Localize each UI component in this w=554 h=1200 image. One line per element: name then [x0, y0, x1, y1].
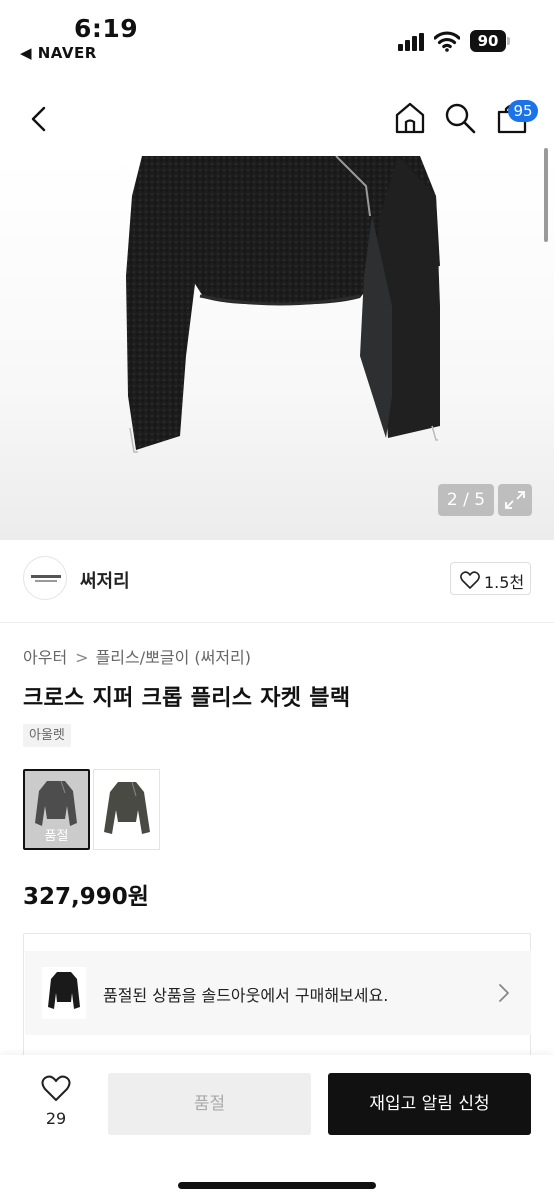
bottom-action-bar: 29 품절 재입고 알림 신청 [0, 1055, 554, 1200]
expand-icon [505, 491, 525, 509]
status-bar: 6:19 ◀ NAVER 90 [0, 0, 554, 80]
scroll-indicator [544, 148, 548, 242]
product-image-gallery[interactable] [0, 156, 554, 540]
brand-name[interactable]: 써저리 [80, 567, 130, 593]
battery-cap [507, 37, 510, 45]
section-divider [0, 622, 554, 623]
soldout-thumbnail-label: 품절 [44, 829, 69, 844]
brand-like-button[interactable]: 1.5천 [450, 562, 531, 595]
breadcrumb-item-outer[interactable]: 아우터 [23, 648, 67, 667]
expand-image-button[interactable] [498, 484, 532, 516]
wishlist-button[interactable]: 29 [22, 1075, 90, 1135]
heart-icon [460, 571, 480, 589]
chevron-right-icon [499, 984, 509, 1002]
search-icon[interactable] [442, 100, 478, 136]
product-price: 327,990원 [23, 884, 149, 910]
product-title: 크로스 지퍼 크롭 플리스 자켓 블랙 [23, 686, 351, 711]
promo-product-image [48, 972, 80, 1009]
color-option-black[interactable]: 품절 [23, 769, 90, 850]
home-icon[interactable] [392, 100, 428, 136]
brand-like-count: 1.5천 [484, 573, 525, 592]
restock-alert-button[interactable]: 재입고 알림 신청 [328, 1073, 531, 1135]
image-pager: 2 / 5 [438, 484, 494, 516]
cart-count-badge: 95 [508, 100, 538, 122]
soldout-promo-card: 품절된 상품을 솔드아웃에서 구매해보세요. [23, 933, 531, 1073]
breadcrumb-item-fleece[interactable]: 플리스/뽀글이 (써저리) [96, 648, 251, 667]
color-option-khaki[interactable] [93, 769, 160, 850]
back-to-app-link[interactable]: ◀ NAVER [20, 44, 97, 62]
promo-product-thumbnail [42, 967, 86, 1019]
back-arrow-icon[interactable] [22, 102, 56, 136]
breadcrumb-separator: > [75, 648, 89, 667]
soldout-button: 품절 [108, 1073, 311, 1135]
brand-logo[interactable] [23, 556, 67, 600]
soldout-promo-text: 품절된 상품을 솔드아웃에서 구매해보세요. [103, 986, 389, 1005]
status-time: 6:19 [74, 14, 139, 43]
top-navigation [0, 80, 554, 156]
cellular-signal-icon [398, 33, 424, 51]
wifi-icon [434, 31, 460, 52]
color-thumbnail-image [94, 770, 159, 849]
home-indicator [178, 1182, 376, 1189]
soldout-promo-banner[interactable]: 품절된 상품을 솔드아웃에서 구매해보세요. [25, 951, 531, 1035]
battery-indicator: 90 [470, 30, 506, 52]
wishlist-count: 29 [45, 1109, 67, 1128]
heart-icon [41, 1075, 71, 1101]
product-photo [126, 156, 440, 453]
category-breadcrumb: 아우터 > 플리스/뽀글이 (써저리) [23, 644, 251, 668]
outlet-tag: 아울렛 [23, 724, 71, 747]
